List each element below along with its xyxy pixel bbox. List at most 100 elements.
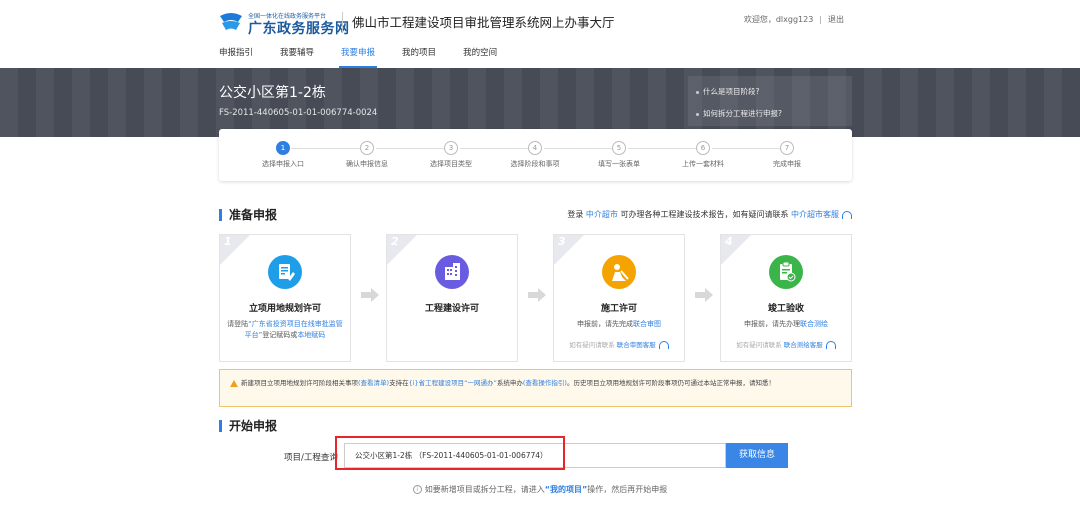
warning-icon — [230, 379, 238, 387]
step-1: 1 选择申报入口 — [241, 141, 325, 169]
help-link-project-stage[interactable]: 什么是项目阶段? — [696, 86, 759, 97]
card-number-badge: 2 — [387, 235, 417, 265]
logo-title: 广东政务服务网 — [248, 21, 350, 37]
section-title-prepare: 准备申报 — [219, 209, 277, 221]
section-title-start: 开始申报 — [219, 420, 277, 432]
step-label: 填写一张表单 — [598, 160, 640, 168]
card-title: 工程建设许可 — [424, 304, 479, 314]
view-list-link[interactable]: (查看清单) — [358, 379, 389, 387]
footer-tip: i 如要新增项目或拆分工程，请进入“我的项目”操作，然后再开始申报 — [0, 484, 1080, 495]
query-label: 项目/工程查询 — [284, 453, 338, 463]
prepare-hint: 登录 中介超市 可办理各种工程建设技术报告，如有疑问请联系 中介超市客服 — [567, 209, 852, 220]
notice-text: 系统申办 — [496, 379, 523, 387]
card-number-badge: 3 — [554, 235, 584, 265]
step-3: 3 选择项目类型 — [409, 141, 493, 169]
step-number: 1 — [276, 141, 290, 155]
document-edit-icon — [268, 255, 302, 289]
joint-review-link[interactable]: 联合审图 — [633, 320, 661, 328]
card-number: 4 — [725, 235, 733, 248]
step-number: 5 — [612, 141, 626, 155]
project-code: FS-2011-440605-01-01-006774-0024 — [219, 108, 378, 118]
nav-item-coaching[interactable]: 我要辅导 — [280, 46, 314, 68]
project-name: 公交小区第1-2栋 — [219, 85, 326, 101]
my-projects-link[interactable]: “我的项目” — [545, 485, 588, 494]
agency-market-link[interactable]: 中介超市 — [586, 210, 618, 219]
step-label: 选择申报入口 — [262, 160, 304, 168]
step-label: 选择阶段和事项 — [510, 160, 560, 168]
tip-text: 如要新增项目或拆分工程，请进入 — [424, 485, 545, 494]
user-bar: 欢迎您，dlxgg123 | 退出 — [744, 14, 844, 25]
main-nav: 申报指引 我要辅导 我要申报 我的项目 我的空间 — [219, 46, 524, 68]
notice-text: 支持在 — [389, 379, 409, 387]
agency-service-link[interactable]: 中介超市客服 — [791, 210, 839, 219]
operation-guide-link[interactable]: (查看操作指引) — [523, 379, 567, 387]
step-label: 完成申报 — [773, 160, 801, 168]
card-description: 申报前，请先完成联合审图 — [560, 319, 678, 330]
hint-text: 可办理各种工程建设技术报告，如有疑问请联系 — [620, 210, 789, 219]
desc-text: 请登陆 — [227, 320, 249, 328]
stage-card-4[interactable]: 4 竣工验收 申报前，请先办理联合测绘 如有疑问请联系 联合测绘客服 — [720, 234, 852, 362]
userbar-separator: | — [819, 15, 822, 24]
building-icon — [435, 255, 469, 289]
welcome-text: 欢迎您， — [743, 15, 776, 24]
bullet-icon — [696, 112, 699, 116]
help-link-label: 什么是项目阶段? — [703, 87, 760, 96]
project-query-input[interactable]: 公交小区第1-2栋 （FS-2011-440605-01-01-006774） — [344, 443, 726, 468]
stage-card-1[interactable]: 1 立项用地规划许可 请登陆“广东省投资项目在线审批监管平台”登记赋码或本地赋码 — [219, 234, 351, 362]
card-number: 3 — [558, 235, 566, 248]
card-title: 竣工验收 — [767, 304, 804, 314]
nav-item-my-projects[interactable]: 我的项目 — [402, 46, 436, 68]
step-number: 7 — [780, 141, 794, 155]
step-5: 5 填写一张表单 — [577, 141, 661, 169]
headset-icon[interactable] — [842, 210, 852, 219]
step-label: 选择项目类型 — [430, 160, 472, 168]
card-hint: 如有疑问请联系 联合测绘客服 — [721, 339, 851, 349]
hint-text: 登录 — [567, 210, 584, 219]
card-hint: 如有疑问请联系 联合审图客服 — [554, 339, 684, 349]
hint-text: 如有疑问请联系 — [736, 341, 782, 349]
stage-card-2[interactable]: 2 工程建设许可 — [386, 234, 518, 362]
step-number: 4 — [528, 141, 542, 155]
info-icon: i — [412, 485, 422, 494]
nav-item-guide[interactable]: 申报指引 — [219, 46, 253, 68]
card-number-badge: 4 — [721, 235, 751, 265]
nav-item-apply[interactable]: 我要申报 — [339, 46, 378, 68]
construction-worker-icon — [602, 255, 636, 289]
headset-icon[interactable] — [658, 341, 669, 349]
step-label: 上传一套材料 — [682, 160, 724, 168]
help-link-split-project[interactable]: 如何拆分工程进行申报? — [696, 108, 782, 119]
card-title: 立项用地规划许可 — [248, 304, 321, 314]
step-7: 7 完成申报 — [745, 141, 829, 169]
card-number: 2 — [391, 235, 399, 248]
checklist-icon — [769, 255, 803, 289]
stage-card-3[interactable]: 3 施工许可 申报前，请先完成联合审图 如有疑问请联系 联合审图客服 — [553, 234, 685, 362]
logo-mark-icon — [220, 13, 242, 30]
card-description: 申报前，请先办理联合测绘 — [727, 319, 845, 330]
card-description: 请登陆“广东省投资项目在线审批监管平台”登记赋码或本地赋码 — [226, 319, 344, 341]
logo[interactable]: 全国一体化在线政务服务平台 广东政务服务网 — [218, 8, 349, 37]
hint-text: 如有疑问请联系 — [569, 341, 615, 349]
local-code-link[interactable]: 本地赋码 — [297, 331, 325, 339]
one-stop-link[interactable]: {i}省工程建设项目“一网通办” — [409, 379, 497, 387]
joint-survey-link[interactable]: 联合测绘 — [800, 320, 828, 328]
logout-link[interactable]: 退出 — [828, 15, 844, 24]
step-4: 4 选择阶段和事项 — [493, 141, 577, 169]
desc-text: 申报前，请先完成 — [577, 320, 633, 328]
step-progress: 1 选择申报入口 2 确认申报信息 3 选择项目类型 4 选择阶段和事项 5 填写一张表单… — [219, 129, 852, 181]
username: dlxgg123 — [775, 15, 814, 24]
review-service-link[interactable]: 联合审图客服 — [617, 341, 656, 349]
nav-item-my-space[interactable]: 我的空间 — [463, 46, 497, 68]
step-label: 确认申报信息 — [346, 160, 388, 168]
project-banner: 公交小区第1-2栋 FS-2011-440605-01-01-006774-00… — [0, 68, 1080, 137]
system-title: 佛山市工程建设项目审批管理系统网上办事大厅 — [352, 15, 615, 30]
tip-text: 操作，然后再开始申报 — [587, 485, 668, 494]
notice-box: 新建项目立项用地规划许可阶段相关事项(查看清单)支持在{i}省工程建设项目“一网… — [219, 369, 852, 407]
card-number: 1 — [224, 235, 232, 248]
step-number: 3 — [444, 141, 458, 155]
survey-service-link[interactable]: 联合测绘客服 — [784, 341, 823, 349]
top-header: 全国一体化在线政务服务平台 广东政务服务网 佛山市工程建设项目审批管理系统网上办… — [0, 0, 1080, 68]
headset-icon[interactable] — [825, 341, 836, 349]
step-number: 6 — [696, 141, 710, 155]
get-info-button[interactable]: 获取信息 — [726, 443, 788, 468]
desc-text: 申报前，请先办理 — [744, 320, 800, 328]
